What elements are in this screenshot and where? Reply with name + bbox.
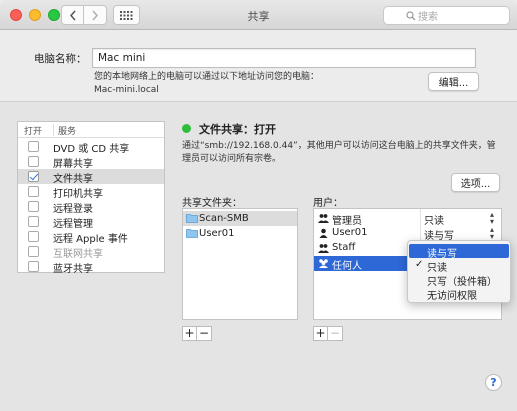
group-icon bbox=[318, 214, 329, 223]
service-row[interactable]: 远程管理 bbox=[18, 214, 164, 230]
updown-arrows-icon: ▴ ▾ bbox=[490, 225, 495, 241]
services-header: 打开 服务 bbox=[18, 122, 164, 138]
permission-menu-label: 无访问权限 bbox=[427, 291, 477, 302]
checkmark-icon: ✓ bbox=[415, 259, 424, 270]
service-label: DVD 或 CD 共享 bbox=[53, 144, 130, 155]
search-field[interactable]: 搜索 bbox=[383, 6, 510, 25]
local-address: Mac-mini.local bbox=[94, 85, 159, 95]
service-label: 文件共享 bbox=[53, 174, 93, 185]
options-button[interactable]: 选项... bbox=[451, 173, 500, 192]
service-label: 远程 Apple 事件 bbox=[53, 234, 128, 245]
service-checkbox[interactable] bbox=[28, 231, 39, 242]
service-checkbox[interactable] bbox=[28, 216, 39, 227]
user-name: User01 bbox=[332, 227, 368, 238]
permission-menu-item[interactable]: 读与写 bbox=[409, 244, 509, 260]
computer-name-description: 您的本地网络上的电脑可以通过以下地址访问您的电脑： Mac-mini.local bbox=[94, 71, 319, 97]
folders-add-remove: + − bbox=[182, 326, 212, 341]
service-label: 远程管理 bbox=[53, 219, 93, 230]
status-description: 通过“smb://192.168.0.44”，其他用户可以访问这台电脑上的共享文… bbox=[182, 141, 496, 164]
service-checkbox[interactable] bbox=[28, 141, 39, 152]
shared-folder-name: User01 bbox=[199, 228, 235, 239]
service-row[interactable]: 屏幕共享 bbox=[18, 154, 164, 170]
service-row[interactable]: 打印机共享 bbox=[18, 184, 164, 200]
users-add-remove: + − bbox=[313, 326, 343, 341]
user-row[interactable]: User01 读与写 ▴ ▾ bbox=[314, 225, 501, 242]
group-icon bbox=[318, 244, 329, 253]
user-name: Staff bbox=[332, 242, 356, 253]
permission-popup[interactable]: 只读 bbox=[424, 212, 444, 227]
shared-folder-row[interactable]: Scan-SMB bbox=[183, 211, 297, 226]
permission-popup-menu: 读与写 ✓ 只读 只写（投件箱） 无访问权限 bbox=[407, 240, 511, 303]
address-description: 您的本地网络上的电脑可以通过以下地址访问您的电脑： bbox=[94, 72, 320, 82]
edit-button[interactable]: 编辑... bbox=[428, 72, 479, 91]
user-icon bbox=[319, 228, 328, 238]
shared-folder-row[interactable]: User01 bbox=[183, 226, 297, 241]
updown-arrows-icon: ▴ ▾ bbox=[490, 210, 495, 226]
service-row[interactable]: 远程 Apple 事件 bbox=[18, 229, 164, 245]
service-row[interactable]: DVD 或 CD 共享 bbox=[18, 139, 164, 155]
shared-folder-name: Scan-SMB bbox=[199, 213, 249, 224]
permission-menu-item[interactable]: 无访问权限 bbox=[409, 286, 509, 302]
service-checkbox[interactable] bbox=[28, 201, 39, 212]
service-label: 打印机共享 bbox=[53, 189, 103, 200]
service-row[interactable]: 远程登录 bbox=[18, 199, 164, 215]
computer-name-field[interactable]: Mac mini bbox=[92, 48, 476, 68]
service-label: 蓝牙共享 bbox=[53, 264, 93, 275]
users-label: 用户： bbox=[313, 198, 343, 209]
service-label: 互联网共享 bbox=[53, 249, 103, 260]
help-button[interactable]: ? bbox=[485, 374, 502, 391]
add-folder-button[interactable]: + bbox=[182, 326, 197, 341]
remove-user-button[interactable]: − bbox=[328, 326, 343, 341]
service-row[interactable]: 互联网共享 bbox=[18, 244, 164, 260]
service-label: 远程登录 bbox=[53, 204, 93, 215]
permission-menu-item[interactable]: ✓ 只读 bbox=[409, 258, 509, 274]
user-name: 管理员 bbox=[332, 216, 362, 227]
folder-icon bbox=[186, 214, 198, 223]
add-user-button[interactable]: + bbox=[313, 326, 328, 341]
permission-menu-item[interactable]: 只写（投件箱） bbox=[409, 272, 509, 288]
status-text: 文件共享：打开 bbox=[199, 123, 276, 136]
service-checkbox[interactable] bbox=[28, 186, 39, 197]
user-name: 任何人 bbox=[332, 261, 362, 272]
everyone-icon bbox=[319, 259, 328, 268]
search-icon bbox=[406, 11, 416, 21]
status-indicator bbox=[182, 124, 191, 133]
service-checkbox[interactable] bbox=[28, 171, 39, 182]
remove-folder-button[interactable]: − bbox=[197, 326, 212, 341]
service-checkbox[interactable] bbox=[28, 156, 39, 167]
user-row[interactable]: 管理员 只读 ▴ ▾ bbox=[314, 210, 501, 227]
service-row[interactable]: 蓝牙共享 bbox=[18, 259, 164, 275]
column-service-header: 服务 bbox=[53, 124, 76, 137]
column-on-header: 打开 bbox=[24, 127, 43, 137]
service-row[interactable]: 文件共享 bbox=[18, 169, 164, 185]
service-checkbox[interactable] bbox=[28, 261, 39, 272]
shared-folders-label: 共享文件夹： bbox=[182, 198, 242, 209]
computer-name-label: 电脑名称： bbox=[34, 53, 87, 65]
search-placeholder: 搜索 bbox=[418, 12, 438, 23]
service-checkbox[interactable] bbox=[28, 246, 39, 257]
folder-icon bbox=[186, 229, 198, 238]
service-label: 屏幕共享 bbox=[53, 159, 93, 170]
